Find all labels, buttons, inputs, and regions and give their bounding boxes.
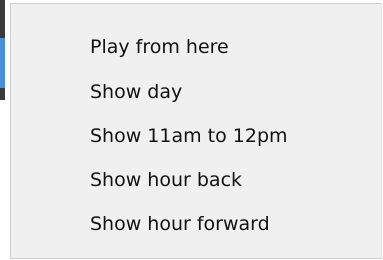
background-window-edge bbox=[0, 0, 5, 100]
menu-item-show-hour-back[interactable]: Show hour back bbox=[11, 157, 381, 203]
menu-item-show-hour-forward[interactable]: Show hour forward bbox=[11, 201, 381, 247]
menu-item-show-11am-to-12pm[interactable]: Show 11am to 12pm bbox=[11, 113, 381, 159]
menu-item-play-from-here[interactable]: Play from here bbox=[11, 24, 381, 70]
window-accent-strip bbox=[0, 38, 5, 88]
screen: Play from here Show day Show 11am to 12p… bbox=[0, 0, 383, 260]
menu-item-show-day[interactable]: Show day bbox=[11, 69, 381, 115]
context-menu: Play from here Show day Show 11am to 12p… bbox=[10, 3, 382, 259]
